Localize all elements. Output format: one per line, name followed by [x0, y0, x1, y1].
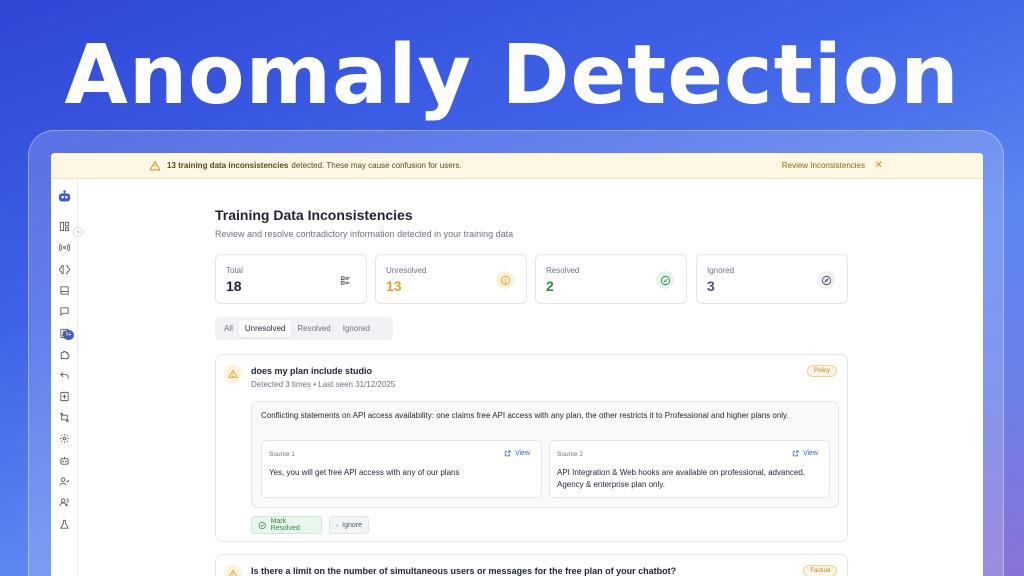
external-link-icon [504, 450, 511, 457]
sidebar: › 9+ [51, 179, 83, 576]
user-check-icon[interactable] [59, 476, 70, 487]
broadcast-icon[interactable] [59, 242, 70, 253]
tab-all[interactable]: All [218, 320, 239, 337]
stat-value: 18 [226, 278, 242, 294]
source-label: Source 2 [557, 451, 584, 458]
source-label: Source 1 [269, 451, 296, 458]
mark-resolved-button[interactable]: Mark Resolved [251, 516, 322, 534]
source-card: Source 2 View API Integration & Web hook… [549, 440, 830, 498]
x-circle-icon [336, 524, 338, 526]
brain-icon[interactable] [59, 264, 70, 275]
page-title: Training Data Inconsistencies [215, 207, 413, 223]
users-icon[interactable] [59, 497, 70, 508]
banner-message: detected. These may cause confusion for … [291, 161, 462, 170]
bolt-doc-icon[interactable] [59, 391, 70, 402]
tab-resolved[interactable]: Resolved [291, 320, 336, 337]
ignore-label: Ignore [342, 521, 362, 529]
filter-tabs: All Unresolved Resolved Ignored [215, 317, 393, 340]
warning-banner: 13 training data inconsistencies detecte… [51, 153, 983, 179]
warning-icon [149, 160, 161, 170]
close-icon[interactable]: ✕ [875, 160, 883, 171]
sidebar-collapse-button[interactable]: › [73, 227, 83, 237]
tab-unresolved[interactable]: Unresolved [238, 320, 292, 337]
flow-icon[interactable] [59, 412, 70, 423]
stat-card-unresolved: Unresolved 13 [375, 254, 527, 304]
app-window: 13 training data inconsistencies detecte… [51, 153, 983, 576]
contacts-icon[interactable] [59, 328, 70, 339]
tab-ignored[interactable]: Ignored [337, 320, 376, 337]
stat-card-total: Total 18 [215, 254, 367, 304]
puzzle-icon[interactable] [59, 349, 70, 360]
list-icon [336, 271, 354, 289]
banner-count: 13 training data inconsistencies [167, 161, 289, 170]
source-text: API Integration & Web hooks are availabl… [557, 468, 806, 489]
category-tag: Factual [803, 565, 837, 576]
review-inconsistencies-link[interactable]: Review Inconsistencies [782, 161, 865, 170]
issue-card: Is there a limit on the number of simult… [215, 554, 848, 576]
external-link-icon [792, 450, 799, 457]
conflict-description: Conflicting statements on API access ava… [261, 411, 789, 420]
book-icon[interactable] [59, 285, 70, 296]
check-circle-icon [656, 271, 674, 289]
conflict-box: Conflicting statements on API access ava… [251, 401, 839, 508]
hero-title: Anomaly Detection [64, 28, 960, 123]
warning-icon [224, 565, 242, 576]
check-circle-icon [258, 521, 266, 529]
bot-icon[interactable] [59, 455, 70, 466]
mark-resolved-label: Mark Resolved [270, 518, 300, 532]
flask-icon[interactable] [59, 519, 70, 530]
view-label: View [802, 450, 818, 457]
chat-icon[interactable] [59, 306, 70, 317]
issue-question: Is there a limit on the number of simult… [251, 566, 677, 576]
stat-card-ignored: Ignored 3 [696, 254, 848, 304]
category-tag: Policy [806, 365, 837, 377]
stat-value: 2 [546, 278, 554, 294]
stat-value: 3 [707, 278, 715, 294]
stat-label: Unresolved [386, 266, 427, 275]
source-card: Source 1 View Yes, you will get free API… [261, 440, 542, 498]
stat-label: Resolved [546, 266, 580, 275]
gear-icon[interactable] [59, 433, 70, 444]
issue-card: does my plan include studio Detected 3 t… [215, 354, 848, 542]
layout-icon[interactable] [59, 221, 70, 232]
view-label: View [514, 450, 530, 457]
issue-meta: Detected 3 times • Last seen 31/12/2025 [251, 380, 396, 389]
undo-icon[interactable] [59, 370, 70, 381]
view-source-link[interactable]: View [504, 450, 530, 457]
issue-question: does my plan include studio [251, 366, 373, 376]
source-text: Yes, you will get free API access with a… [269, 468, 460, 477]
page-subtitle: Review and resolve contradictory informa… [215, 229, 514, 239]
bot-logo-icon[interactable] [57, 189, 72, 204]
view-source-link[interactable]: View [792, 450, 818, 457]
stat-label: Total [226, 266, 243, 275]
ignore-button[interactable]: Ignore [329, 516, 369, 534]
compass-icon [817, 271, 835, 289]
alert-circle-icon [496, 271, 514, 289]
warning-icon [224, 365, 242, 383]
stat-label: Ignored [707, 266, 735, 275]
stat-value: 13 [386, 278, 402, 294]
stat-card-resolved: Resolved 2 [535, 254, 687, 304]
